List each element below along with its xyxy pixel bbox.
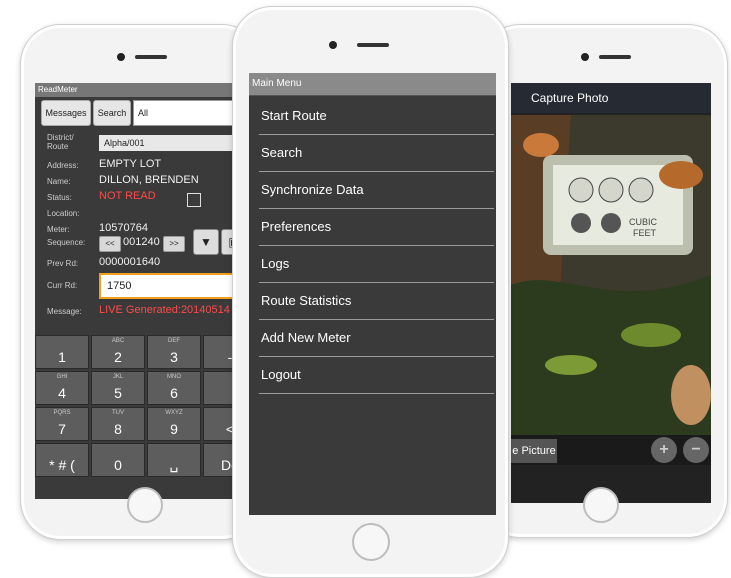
keypad-key-label: 5 (114, 385, 122, 401)
keypad-key[interactable]: ␣ (147, 443, 201, 477)
svg-text:CUBIC: CUBIC (629, 217, 658, 227)
name-label: Name: (47, 177, 71, 186)
keypad-key-letters: ABC (111, 338, 125, 344)
keypad-key-label: 8 (114, 421, 122, 437)
earpiece-speaker (599, 55, 631, 59)
earpiece-speaker (135, 55, 167, 59)
camera-controls: e Picture + − (511, 435, 711, 465)
status-label: Status: (47, 193, 72, 202)
address-value: EMPTY LOT (99, 158, 162, 170)
district-label: District/ Route (47, 133, 74, 151)
messages-button[interactable]: Messages (41, 100, 91, 126)
menu-item-logout[interactable]: Logout (259, 356, 494, 394)
earpiece-speaker (357, 43, 389, 47)
svg-text:FEET: FEET (633, 228, 657, 238)
keypad-key[interactable]: WXYZ 9 (147, 407, 201, 441)
front-camera (117, 53, 125, 61)
prev-reading-label: Prev Rd: (47, 259, 79, 268)
main-menu-screen: Main Menu Start Route Search Synchronize… (249, 73, 496, 515)
copy-icon[interactable] (187, 193, 201, 207)
main-menu-title: Main Menu (249, 73, 496, 96)
keypad-key-label: 7 (58, 421, 66, 437)
keypad-key-label: 2 (114, 349, 122, 365)
keypad-key-label: 9 (170, 421, 178, 437)
right-phone: Capture Photo CUBIC FEET e Picture + − (480, 24, 728, 538)
keypad-key-label: ␣ (169, 456, 179, 472)
capture-photo-screen: Capture Photo CUBIC FEET e Picture + − (511, 83, 711, 503)
keypad-key[interactable]: 0 (91, 443, 145, 477)
keypad-key-label: 0 (114, 457, 122, 473)
keypad-key-letters: GHI (56, 374, 68, 380)
keypad-key-letters: PQRS (53, 410, 71, 416)
meter-photo-image: CUBIC FEET (511, 115, 711, 435)
menu-item-route-statistics[interactable]: Route Statistics (259, 282, 494, 320)
keypad-key-letters: WXYZ (165, 410, 183, 416)
keypad-key[interactable]: MNO 6 (147, 371, 201, 405)
zoom-out-button[interactable]: − (683, 437, 709, 463)
home-button[interactable] (583, 487, 619, 523)
home-button[interactable] (127, 487, 163, 523)
message-label: Message: (47, 307, 82, 316)
app-title: ReadMeter (35, 83, 261, 97)
menu-item-logs[interactable]: Logs (259, 245, 494, 283)
meter-value: 10570764 (99, 222, 148, 234)
keypad-key[interactable]: * # ( (35, 443, 89, 477)
keypad-key-label: 3 (170, 349, 178, 365)
keypad-key[interactable]: DEF 3 (147, 335, 201, 369)
name-value: DILLON, BRENDEN (99, 174, 199, 186)
center-phone: Main Menu Start Route Search Synchronize… (232, 6, 509, 578)
numeric-keypad: 1 ABC 2 DEF 3- GHI 4 JKL 5 MNO 6 PQRS 7 TUV 8 WXYZ 9 < * #… (35, 335, 261, 479)
sequence-value: 001240 (123, 236, 160, 248)
menu-item-preferences[interactable]: Preferences (259, 208, 494, 246)
keypad-key-label: 4 (58, 385, 66, 401)
curr-reading-label: Curr Rd: (47, 281, 78, 290)
menu-item-add-new-meter[interactable]: Add New Meter (259, 319, 494, 357)
front-camera (329, 41, 337, 49)
take-picture-button[interactable]: e Picture (511, 439, 557, 463)
capture-photo-title: Capture Photo (511, 83, 711, 113)
readmeter-screen: ReadMeter Messages Search All District/ … (35, 83, 261, 499)
sequence-next-button[interactable]: >> (163, 236, 185, 252)
keypad-key-label: * # ( (49, 457, 75, 473)
front-camera (581, 53, 589, 61)
keypad-key-letters: DEF (168, 338, 180, 344)
home-button[interactable] (352, 523, 390, 561)
microphone-icon[interactable]: ▼ (193, 229, 219, 255)
keypad-key[interactable]: 1 (35, 335, 89, 369)
keypad-key-letters: MNO (167, 374, 181, 380)
keypad-key-label: 6 (170, 385, 178, 401)
keypad-key[interactable]: PQRS 7 (35, 407, 89, 441)
sequence-label: Sequence: (47, 238, 86, 247)
sequence-prev-button[interactable]: << (99, 236, 121, 252)
keypad-key[interactable]: GHI 4 (35, 371, 89, 405)
camera-preview[interactable]: CUBIC FEET (511, 115, 711, 435)
zoom-in-button[interactable]: + (651, 437, 677, 463)
toolbar: Messages Search All (37, 100, 261, 126)
meter-label: Meter: (47, 225, 70, 234)
keypad-key[interactable]: JKL 5 (91, 371, 145, 405)
keypad-key[interactable]: TUV 8 (91, 407, 145, 441)
menu-item-search[interactable]: Search (259, 134, 494, 172)
menu-item-start-route[interactable]: Start Route (259, 97, 494, 135)
menu-item-synchronize-data[interactable]: Synchronize Data (259, 171, 494, 209)
message-value: LIVE Generated:20140514 (99, 304, 230, 316)
keypad-key-letters: TUV (112, 410, 124, 416)
keypad-key[interactable]: ABC 2 (91, 335, 145, 369)
keypad-key-letters: JKL (112, 374, 124, 380)
search-button[interactable]: Search (93, 100, 131, 126)
left-phone: ReadMeter Messages Search All District/ … (20, 24, 262, 540)
prev-reading-value: 0000001640 (99, 256, 161, 268)
status-value: NOT READ (99, 190, 156, 202)
keypad-key-label: 1 (58, 349, 66, 365)
location-label: Location: (47, 209, 80, 218)
address-label: Address: (47, 161, 79, 170)
